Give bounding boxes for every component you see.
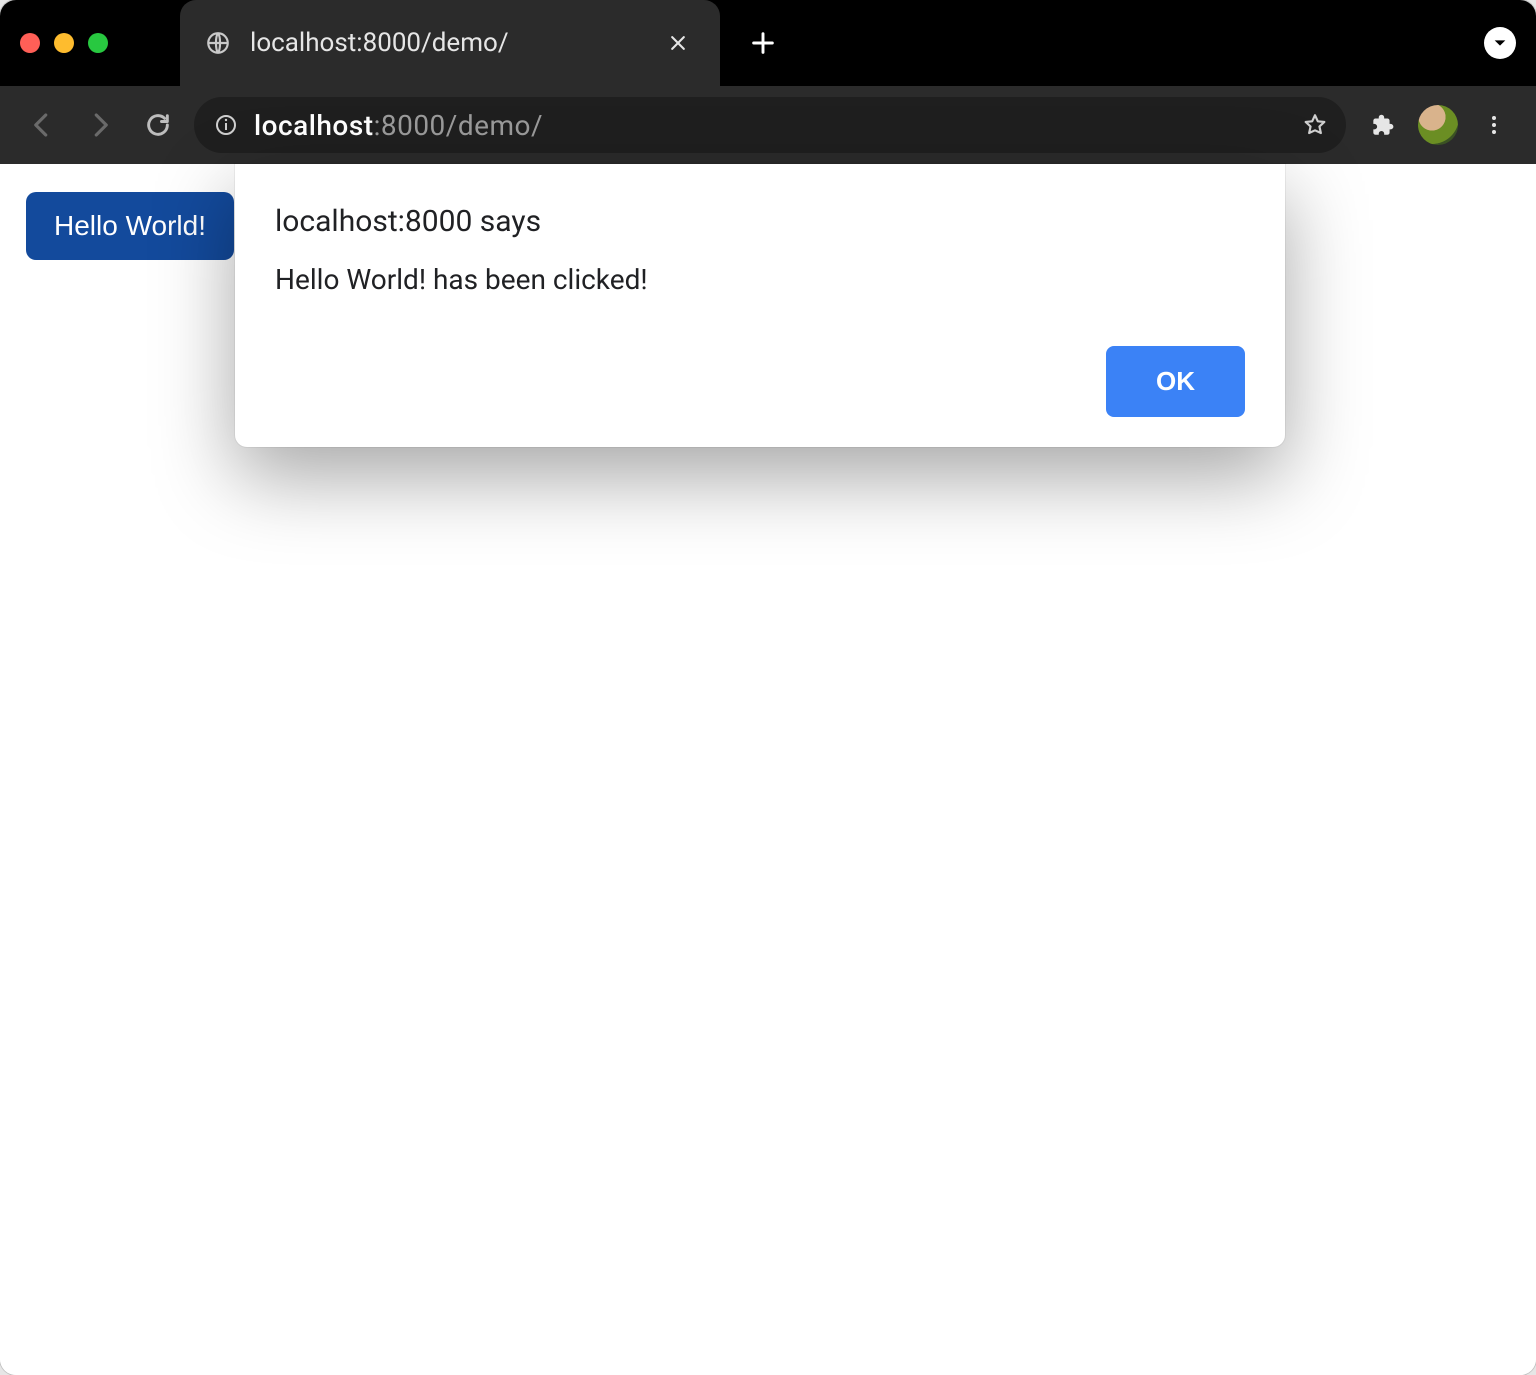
alert-message: Hello World! has been clicked! <box>275 263 1245 296</box>
alert-title: localhost:8000 says <box>275 204 1245 239</box>
browser-window: localhost:8000/demo/ <box>0 0 1536 1375</box>
bookmark-star-icon[interactable] <box>1302 112 1328 138</box>
url-host: localhost <box>254 109 374 142</box>
alert-backdrop: localhost:8000 says Hello World! has bee… <box>0 164 1536 1375</box>
search-tabs-button[interactable] <box>1484 27 1516 59</box>
globe-icon <box>202 27 234 59</box>
window-close-button[interactable] <box>20 33 40 53</box>
forward-button[interactable] <box>78 103 122 147</box>
back-button[interactable] <box>20 103 64 147</box>
tab-close-button[interactable] <box>662 27 694 59</box>
alert-actions: OK <box>275 346 1245 417</box>
tab-title: localhost:8000/demo/ <box>250 28 646 58</box>
window-maximize-button[interactable] <box>88 33 108 53</box>
site-info-icon[interactable] <box>212 111 240 139</box>
extensions-button[interactable] <box>1360 103 1404 147</box>
alert-dialog: localhost:8000 says Hello World! has bee… <box>235 164 1285 447</box>
page-content: Hello World! localhost:8000 says Hello W… <box>0 164 1536 1375</box>
window-controls <box>20 33 108 53</box>
alert-ok-button[interactable]: OK <box>1106 346 1245 417</box>
browser-tab[interactable]: localhost:8000/demo/ <box>180 0 720 86</box>
address-bar[interactable]: localhost:8000/demo/ <box>194 97 1346 153</box>
url-text: localhost:8000/demo/ <box>254 109 1288 142</box>
titlebar: localhost:8000/demo/ <box>0 0 1536 86</box>
toolbar: localhost:8000/demo/ <box>0 86 1536 164</box>
new-tab-button[interactable] <box>738 18 788 68</box>
url-path: :8000/demo/ <box>374 109 544 142</box>
reload-button[interactable] <box>136 103 180 147</box>
chrome-menu-button[interactable] <box>1472 103 1516 147</box>
profile-avatar[interactable] <box>1418 105 1458 145</box>
window-minimize-button[interactable] <box>54 33 74 53</box>
